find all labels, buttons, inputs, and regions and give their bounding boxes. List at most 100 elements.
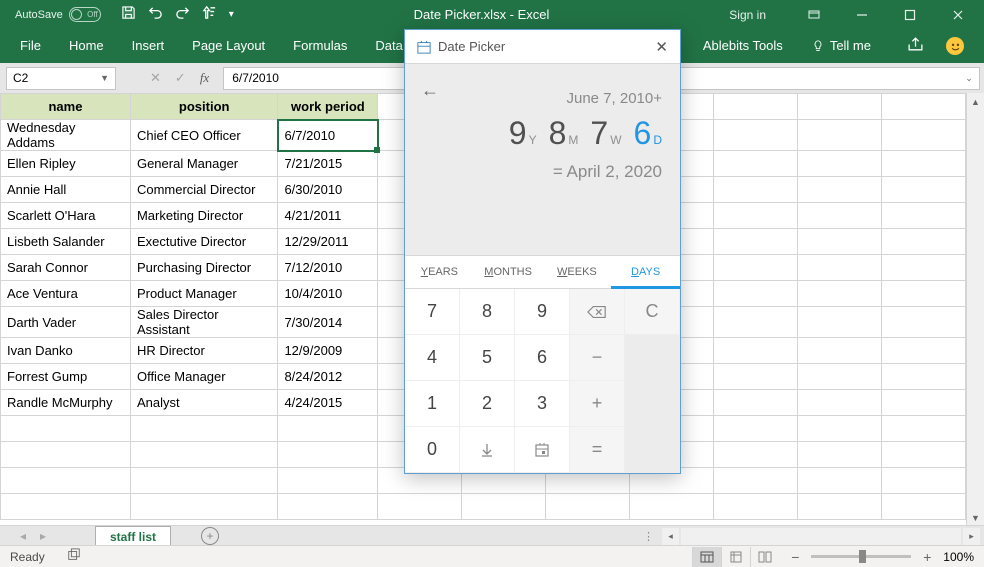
cell[interactable]: Office Manager <box>130 364 278 390</box>
sort-icon[interactable] <box>202 5 217 24</box>
share-icon[interactable] <box>907 36 924 56</box>
keypad-7[interactable]: 7 <box>405 289 460 335</box>
cell[interactable] <box>881 338 965 364</box>
unit-tab[interactable]: YEARS <box>405 256 474 288</box>
keypad-5[interactable]: 5 <box>460 335 515 381</box>
zoom-level[interactable]: 100% <box>943 550 974 564</box>
cell[interactable] <box>798 442 882 468</box>
cell[interactable]: 4/21/2011 <box>278 203 378 229</box>
cell[interactable] <box>714 120 798 151</box>
cell[interactable]: 6/7/2010 <box>278 120 378 151</box>
close-icon[interactable] <box>936 0 980 29</box>
fx-icon[interactable]: fx <box>200 70 209 86</box>
cell[interactable]: Scarlett O'Hara <box>1 203 131 229</box>
cell[interactable] <box>798 177 882 203</box>
vertical-scrollbar[interactable]: ▲ ▼ <box>966 93 984 526</box>
cell[interactable] <box>130 442 278 468</box>
hscroll-left-icon[interactable]: ◂ <box>662 528 679 545</box>
cell[interactable] <box>881 307 965 338</box>
cell[interactable]: Sales Director Assistant <box>130 307 278 338</box>
sheet-tab-active[interactable]: staff list <box>95 526 171 547</box>
picker-back-icon[interactable]: ← <box>421 80 439 101</box>
keypad-C[interactable]: C <box>625 289 680 335</box>
cell[interactable] <box>714 468 798 494</box>
cell[interactable] <box>798 229 882 255</box>
name-box[interactable]: C2 ▼ <box>6 67 116 90</box>
unit-tab[interactable]: MONTHS <box>474 256 543 288</box>
view-page-break-button[interactable] <box>750 547 779 567</box>
keypad-4[interactable]: 4 <box>405 335 460 381</box>
cell[interactable] <box>798 151 882 177</box>
cell[interactable] <box>798 120 882 151</box>
redo-icon[interactable] <box>175 5 190 24</box>
tab-ablebits[interactable]: Ablebits Tools <box>689 29 797 63</box>
keypad-cal[interactable] <box>515 427 570 473</box>
cell[interactable]: Lisbeth Salander <box>1 229 131 255</box>
cell[interactable]: 12/29/2011 <box>278 229 378 255</box>
cell[interactable] <box>278 468 378 494</box>
keypad-eq[interactable]: = <box>570 427 625 473</box>
picker-close-icon[interactable]: ✕ <box>655 38 668 56</box>
cell[interactable] <box>1 442 131 468</box>
hscroll-track[interactable] <box>681 528 961 545</box>
maximize-icon[interactable] <box>888 0 932 29</box>
cell[interactable]: Product Manager <box>130 281 278 307</box>
cell[interactable]: General Manager <box>130 151 278 177</box>
sheet-nav-prev-icon[interactable]: ◂ <box>20 529 26 543</box>
cell[interactable]: 12/9/2009 <box>278 338 378 364</box>
cell[interactable]: Exectutive Director <box>130 229 278 255</box>
cell[interactable] <box>714 494 798 520</box>
keypad-bksp[interactable] <box>570 289 625 335</box>
cell[interactable] <box>714 203 798 229</box>
cell[interactable] <box>714 177 798 203</box>
expand-formula-icon[interactable]: ⌄ <box>959 67 980 90</box>
keypad-8[interactable]: 8 <box>460 289 515 335</box>
cell[interactable] <box>798 307 882 338</box>
ribbon-display-icon[interactable] <box>792 0 836 29</box>
keypad-3[interactable]: 3 <box>515 381 570 427</box>
cell[interactable] <box>714 416 798 442</box>
cell[interactable] <box>881 390 965 416</box>
cell[interactable]: HR Director <box>130 338 278 364</box>
cell[interactable]: Ellen Ripley <box>1 151 131 177</box>
cell[interactable] <box>798 203 882 229</box>
cell[interactable] <box>278 416 378 442</box>
cell[interactable] <box>881 120 965 151</box>
cell[interactable] <box>714 390 798 416</box>
tab-file[interactable]: File <box>6 29 55 63</box>
cell[interactable] <box>881 494 965 520</box>
zoom-out-button[interactable]: − <box>789 549 801 565</box>
keypad-1[interactable]: 1 <box>405 381 460 427</box>
cell[interactable] <box>798 281 882 307</box>
enter-formula-icon[interactable]: ✓ <box>175 70 186 86</box>
cell[interactable] <box>130 494 278 520</box>
cell[interactable] <box>714 151 798 177</box>
cell[interactable] <box>462 494 546 520</box>
zoom-in-button[interactable]: + <box>921 549 933 565</box>
cell[interactable] <box>881 364 965 390</box>
cell[interactable] <box>714 94 798 120</box>
cell[interactable] <box>1 468 131 494</box>
macro-record-icon[interactable] <box>67 548 81 565</box>
cell[interactable]: Marketing Director <box>130 203 278 229</box>
cell[interactable]: Ace Ventura <box>1 281 131 307</box>
cell[interactable] <box>714 364 798 390</box>
keypad-9[interactable]: 9 <box>515 289 570 335</box>
cell[interactable]: Ivan Danko <box>1 338 131 364</box>
zoom-slider[interactable] <box>811 555 911 558</box>
cell[interactable] <box>798 338 882 364</box>
cancel-formula-icon[interactable]: ✕ <box>150 70 161 86</box>
column-header[interactable]: name <box>1 94 131 120</box>
keypad-plus[interactable]: + <box>570 381 625 427</box>
cell[interactable] <box>798 390 882 416</box>
cell[interactable] <box>798 468 882 494</box>
cell[interactable] <box>714 255 798 281</box>
view-normal-button[interactable] <box>692 547 721 567</box>
cell[interactable] <box>714 307 798 338</box>
tab-insert[interactable]: Insert <box>118 29 179 63</box>
cell[interactable]: Analyst <box>130 390 278 416</box>
minimize-icon[interactable] <box>840 0 884 29</box>
cell[interactable]: Darth Vader <box>1 307 131 338</box>
unit-tab[interactable]: WEEKS <box>543 256 612 288</box>
cell[interactable] <box>1 494 131 520</box>
